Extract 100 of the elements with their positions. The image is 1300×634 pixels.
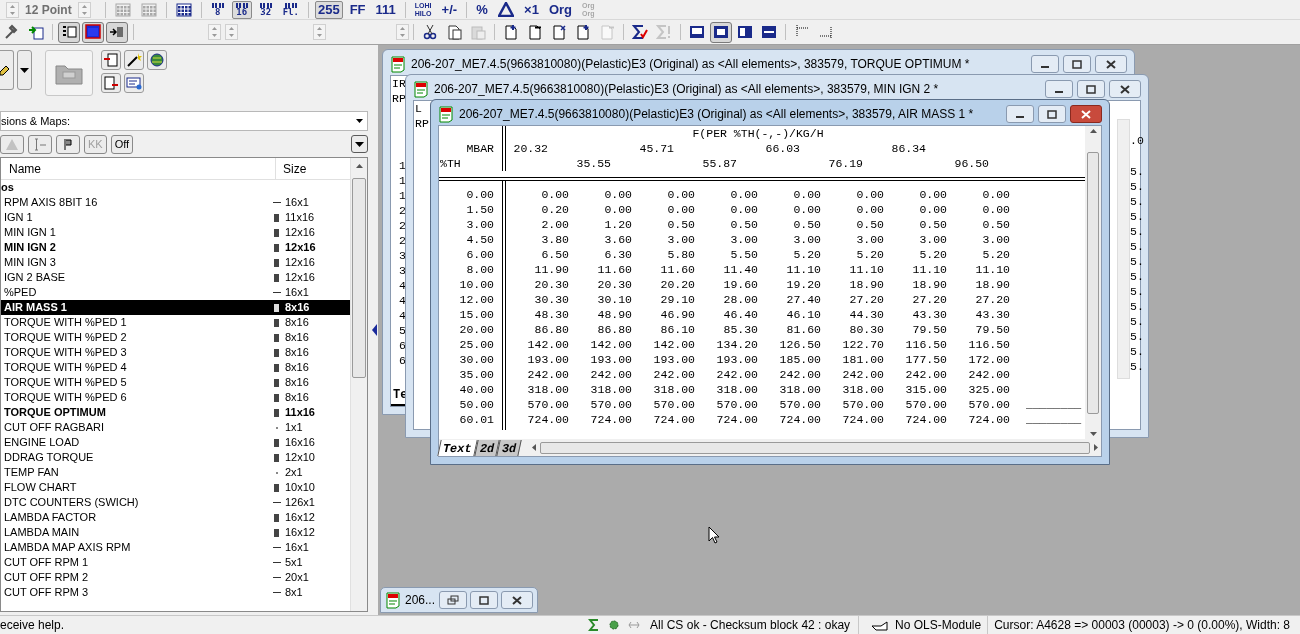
table-cell[interactable]: 3.00 — [793, 233, 821, 246]
table-cell[interactable]: 43.30 — [975, 308, 1010, 321]
collapse-arrow-icon[interactable] — [370, 323, 378, 337]
toolbar-button[interactable] — [82, 21, 104, 43]
map-list-row[interactable]: DTC COUNTERS (SWICH) 126x1 — [1, 495, 350, 510]
table-cell[interactable]: 11.60 — [597, 263, 632, 276]
scrollbar[interactable] — [1117, 119, 1130, 379]
table-cell[interactable]: 27.20 — [975, 293, 1010, 306]
table-cell[interactable]: 81.60 — [786, 323, 821, 336]
table-cell[interactable]: 0.50 — [856, 218, 884, 231]
table-cell[interactable]: 724.00 — [590, 413, 632, 426]
toolbar-button[interactable]: ×1 — [521, 0, 542, 19]
table-cell[interactable]: 18.90 — [849, 278, 884, 291]
table-cell[interactable]: 318.00 — [842, 383, 884, 396]
table-cell[interactable]: 242.00 — [779, 368, 821, 381]
table-cell[interactable]: 142.00 — [527, 338, 569, 351]
filter-button[interactable]: Off — [110, 134, 134, 154]
table-cell[interactable]: 27.40 — [786, 293, 821, 306]
filter-button[interactable] — [56, 134, 80, 154]
table-cell[interactable]: 30.10 — [597, 293, 632, 306]
table-cell[interactable]: 318.00 — [590, 383, 632, 396]
table-cell[interactable]: 5.20 — [793, 248, 821, 261]
scrollbar[interactable] — [350, 158, 367, 611]
table-cell[interactable]: 318.00 — [779, 383, 821, 396]
table-cell[interactable]: 318.00 — [527, 383, 569, 396]
table-cell[interactable]: 116.50 — [968, 338, 1010, 351]
table-cell[interactable]: 193.00 — [716, 353, 758, 366]
table-cell[interactable]: 5.20 — [919, 248, 947, 261]
table-cell[interactable]: 0.00 — [541, 188, 569, 201]
table-cell[interactable]: 79.50 — [975, 323, 1010, 336]
table-cell[interactable]: 126.50 — [779, 338, 821, 351]
map-list-row[interactable]: TORQUE WITH %PED 1 8x16 — [1, 315, 350, 330]
table-cell[interactable]: 48.30 — [534, 308, 569, 321]
font-size-field[interactable]: 12 Point — [19, 0, 78, 19]
map-list-row[interactable]: TEMP FAN 2x1 — [1, 465, 350, 480]
map-list-row[interactable]: DDRAG TORQUE 12x10 — [1, 450, 350, 465]
map-list-row[interactable]: MIN IGN 2 12x16 — [1, 240, 350, 255]
table-cell[interactable]: 19.20 — [786, 278, 821, 291]
table-cell[interactable]: 0.00 — [793, 188, 821, 201]
pencil-button[interactable] — [0, 50, 14, 90]
table-cell[interactable]: 142.00 — [590, 338, 632, 351]
table-cell[interactable]: 0.00 — [604, 188, 632, 201]
table-cell[interactable]: 570.00 — [842, 398, 884, 411]
map-list-row[interactable]: ENGINE LOAD 16x16 — [1, 435, 350, 450]
table-cell[interactable]: 570.00 — [716, 398, 758, 411]
table-cell[interactable]: 0.50 — [793, 218, 821, 231]
spin-button[interactable] — [225, 24, 238, 40]
toolbar-button[interactable]: 32 — [255, 0, 276, 19]
table-cell[interactable]: 18.90 — [912, 278, 947, 291]
table-cell[interactable]: 0.00 — [982, 203, 1010, 216]
table-cell[interactable]: 193.00 — [527, 353, 569, 366]
maximize-button[interactable] — [1077, 80, 1105, 98]
maximize-button[interactable] — [1038, 105, 1066, 123]
table-cell[interactable]: 0.00 — [919, 188, 947, 201]
table-cell[interactable]: 193.00 — [590, 353, 632, 366]
map-list-row[interactable]: LAMBDA MAIN 16x12 — [1, 525, 350, 540]
spin-button[interactable] — [396, 24, 409, 40]
table-cell[interactable]: 0.00 — [793, 203, 821, 216]
close-button[interactable] — [1109, 80, 1141, 98]
table-cell[interactable]: 0.00 — [730, 203, 758, 216]
map-list-row[interactable]: CUT OFF RPM 1 5x1 — [1, 555, 350, 570]
minimize-button[interactable] — [1045, 80, 1073, 98]
column-header[interactable]: Size — [276, 158, 350, 179]
table-cell[interactable]: 11.40 — [723, 263, 758, 276]
filter-dropdown[interactable]: sions & Maps: — [0, 111, 368, 131]
table-cell[interactable]: 0.50 — [919, 218, 947, 231]
table-cell[interactable]: 122.70 — [842, 338, 884, 351]
scrollbar-thumb[interactable] — [1087, 151, 1099, 414]
table-cell[interactable]: 20.20 — [660, 278, 695, 291]
arrow-up-icon[interactable] — [1088, 128, 1098, 134]
tool-button[interactable] — [147, 50, 167, 70]
table-cell[interactable]: 3.00 — [667, 233, 695, 246]
map-list-row[interactable]: LAMBDA FACTOR 16x12 — [1, 510, 350, 525]
table-cell[interactable]: 242.00 — [968, 368, 1010, 381]
toolbar-button[interactable] — [106, 21, 128, 43]
table-cell[interactable]: 0.50 — [730, 218, 758, 231]
table-cell[interactable]: 6.50 — [541, 248, 569, 261]
spin-button[interactable] — [313, 24, 326, 40]
table-cell[interactable]: 48.90 — [597, 308, 632, 321]
table-cell[interactable]: 86.10 — [660, 323, 695, 336]
table-cell[interactable]: 242.00 — [590, 368, 632, 381]
dropdown-button[interactable] — [17, 50, 32, 90]
restore-button[interactable] — [439, 591, 467, 609]
table-cell[interactable]: 318.00 — [716, 383, 758, 396]
table-cell[interactable]: 242.00 — [905, 368, 947, 381]
table-cell[interactable]: 5.20 — [982, 248, 1010, 261]
map-list-row[interactable]: MIN IGN 1 12x16 — [1, 225, 350, 240]
toolbar-button[interactable]: 16 — [231, 0, 252, 19]
table-cell[interactable]: 0.20 — [541, 203, 569, 216]
map-list-row[interactable]: CUT OFF RAGBARI 1x1 — [1, 420, 350, 435]
table-cell[interactable]: 79.50 — [912, 323, 947, 336]
table-cell[interactable]: 46.90 — [660, 308, 695, 321]
table-cell[interactable]: 185.00 — [779, 353, 821, 366]
minimize-button[interactable] — [1006, 105, 1034, 123]
close-button[interactable] — [1070, 105, 1102, 123]
toolbar-button[interactable]: FF — [346, 0, 369, 19]
spin-button[interactable] — [77, 1, 91, 18]
map-list-row[interactable]: CUT OFF RPM 2 20x1 — [1, 570, 350, 585]
filter-button[interactable] — [28, 134, 52, 154]
table-cell[interactable]: 242.00 — [653, 368, 695, 381]
